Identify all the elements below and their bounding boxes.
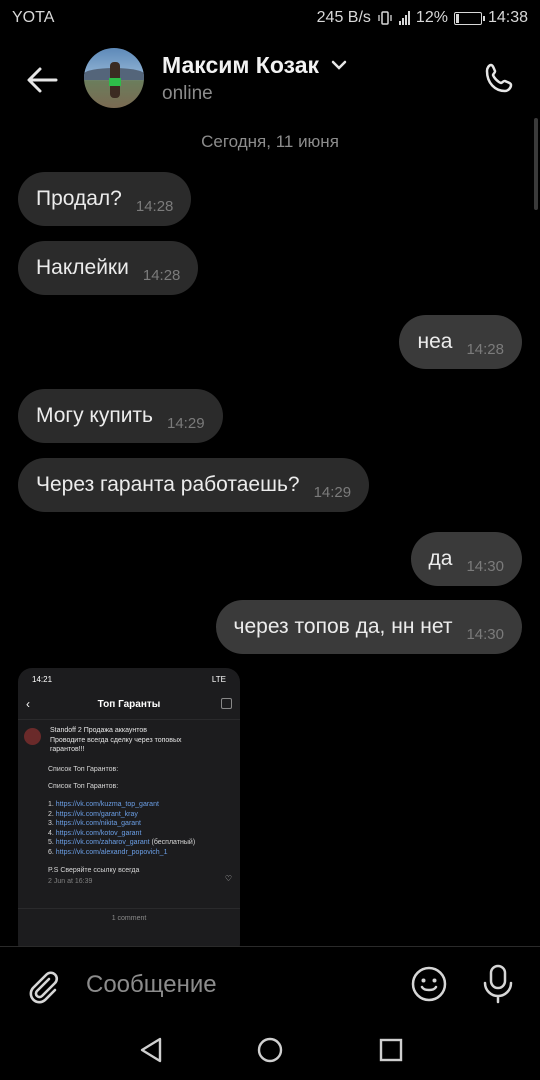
arrow-left-icon[interactable] xyxy=(22,60,62,100)
carrier-label: YOTA xyxy=(12,9,55,26)
post-date: 2 Jun at 16:39 xyxy=(48,878,93,886)
post-author: Standoff 2 Продажа аккаунтов xyxy=(50,727,147,734)
message-bubble-incoming[interactable]: Продал? 14:28 xyxy=(18,172,192,226)
chevron-down-icon[interactable] xyxy=(330,58,348,72)
post-ps: P.S Сверяйте ссылку всегда xyxy=(48,866,140,874)
signal-icon xyxy=(398,11,410,25)
message-time: 14:29 xyxy=(313,483,352,501)
chevron-left-icon: ‹ xyxy=(26,697,30,711)
message-time: 14:28 xyxy=(142,266,181,284)
post-text-line: Проводите всегда сделку через топовых xyxy=(50,736,182,744)
attachment-time: 14:21 xyxy=(32,674,53,684)
message-text: Продал? xyxy=(36,187,122,210)
post-link-row: 4. https://vk.com/kotov_garant xyxy=(48,829,142,837)
edit-icon xyxy=(221,698,232,709)
microphone-icon[interactable] xyxy=(480,963,516,1005)
message-text: Наклейки xyxy=(36,256,129,279)
attachment-network: LTE xyxy=(211,674,226,684)
nav-home-icon[interactable] xyxy=(256,1036,284,1064)
post-link-row: 1. https://vk.com/kuzma_top_garant xyxy=(48,800,159,808)
system-nav-bar xyxy=(0,1022,540,1080)
avatar[interactable] xyxy=(84,48,144,108)
message-text: неа xyxy=(417,330,453,353)
message-input[interactable] xyxy=(86,967,386,1003)
message-bubble-outgoing[interactable]: неа 14:28 xyxy=(399,315,522,369)
date-separator: Сегодня, 11 июня xyxy=(201,132,339,151)
post-comments: 1 comment xyxy=(18,908,240,922)
attachment-nav: ‹ Топ Гаранты xyxy=(18,690,240,720)
message-bubble-incoming[interactable]: Могу купить 14:29 xyxy=(18,389,223,443)
battery-percent: 12% xyxy=(415,9,448,26)
battery-icon xyxy=(453,11,485,25)
message-time: 14:28 xyxy=(135,197,174,215)
message-time: 14:30 xyxy=(466,557,504,575)
attachment-post: Standoff 2 Продажа аккаунтов Проводите в… xyxy=(18,720,240,887)
attachment-title: Топ Гаранты xyxy=(97,699,161,710)
image-attachment[interactable]: 14:21 LTE ‹ Топ Гаранты Standoff 2 Прода… xyxy=(18,668,240,958)
vibrate-icon xyxy=(378,11,392,25)
net-speed: 245 B/s xyxy=(316,9,371,26)
message-bubble-outgoing[interactable]: да 14:30 xyxy=(410,532,522,586)
message-text: через топов да, нн нет xyxy=(233,615,453,638)
nav-recents-icon[interactable] xyxy=(378,1037,404,1063)
contact-name[interactable]: Максим Козак xyxy=(162,52,319,79)
post-link-row: 3. https://vk.com/nikita_garant xyxy=(48,820,142,828)
status-icons: 245 B/s 12% 14:38 xyxy=(317,9,528,27)
post-link-row: 2. https://vk.com/garant_kray xyxy=(48,810,138,818)
post-avatar xyxy=(24,728,41,745)
presence-status: online xyxy=(162,83,213,104)
nav-back-icon[interactable] xyxy=(138,1036,164,1064)
message-composer xyxy=(0,946,540,1022)
message-bubble-incoming[interactable]: Через гаранта работаешь? 14:29 xyxy=(18,458,370,512)
heart-icon: ♡ xyxy=(224,874,232,883)
message-text: да xyxy=(428,547,453,570)
post-text-line: гарантов!!! xyxy=(50,746,85,754)
chat-header: Максим Козак online xyxy=(0,36,540,120)
post-link-row: 6. https://vk.com/alexandr_popovich_1 xyxy=(48,848,168,856)
post-list-heading: Список Топ Гарантов: xyxy=(48,783,119,791)
smiley-icon[interactable] xyxy=(410,965,448,1003)
post-list-heading: Список Топ Гарантов: xyxy=(48,765,119,773)
post-link-row: 5. https://vk.com/zaharov_garant (беспла… xyxy=(48,839,196,847)
message-time: 14:30 xyxy=(466,625,504,643)
attachment-status-bar: 14:21 LTE xyxy=(18,668,240,690)
status-bar: YOTA 245 B/s 12% 14:38 xyxy=(0,0,540,36)
clock: 14:38 xyxy=(487,9,528,26)
phone-icon[interactable] xyxy=(480,58,520,98)
paperclip-icon[interactable] xyxy=(22,965,62,1005)
message-text: Могу купить xyxy=(36,404,153,427)
message-bubble-incoming[interactable]: Наклейки 14:28 xyxy=(18,241,199,295)
message-time: 14:29 xyxy=(167,414,205,432)
message-time: 14:28 xyxy=(466,340,504,358)
message-text: Через гаранта работаешь? xyxy=(36,473,300,496)
message-bubble-outgoing[interactable]: через топов да, нн нет 14:30 xyxy=(215,600,522,654)
